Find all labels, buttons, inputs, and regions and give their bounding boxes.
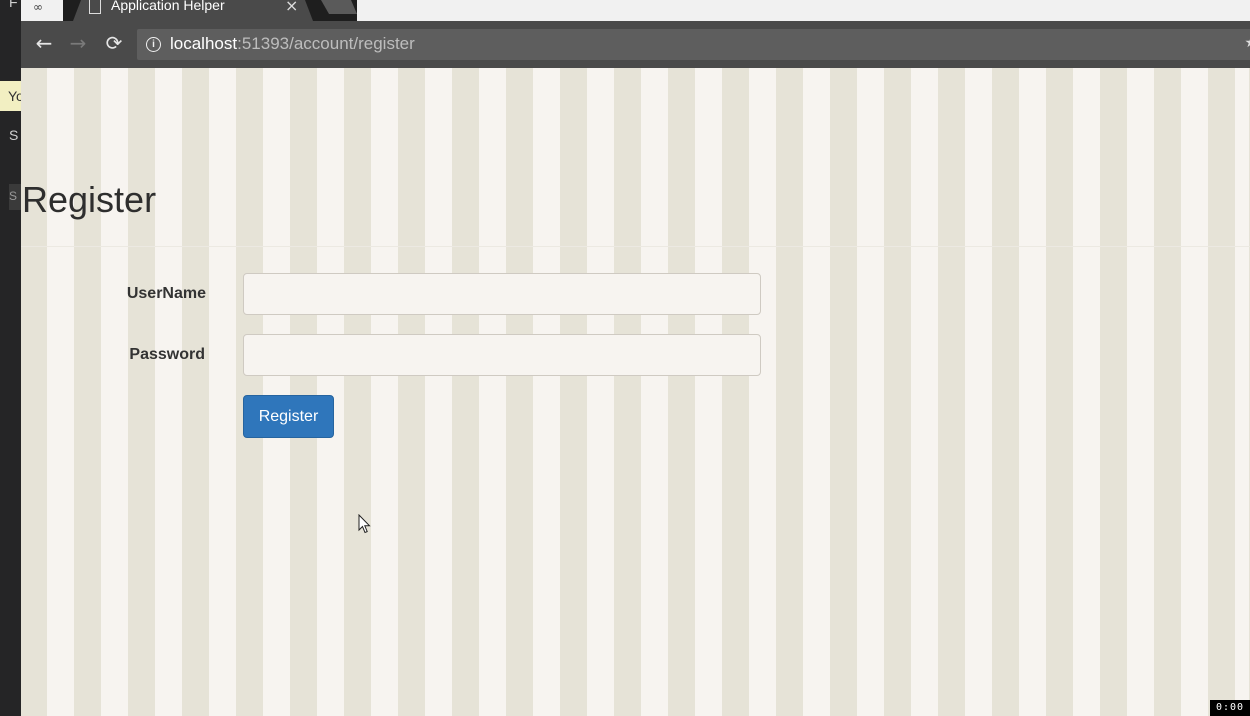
- info-icon[interactable]: i: [146, 37, 161, 52]
- tab-strip-background: [357, 0, 1250, 21]
- page-viewport: Register UserName Password Register: [21, 68, 1250, 716]
- ide-hint-text: Yo: [8, 88, 22, 104]
- url-path: :51393/account/register: [237, 34, 415, 53]
- url-text[interactable]: localhost:51393/account/register: [170, 34, 415, 54]
- password-label: Password: [129, 346, 205, 363]
- recording-timer: 0:00: [1210, 700, 1250, 716]
- tab-strip: ∞ Application Helper ×: [21, 0, 1250, 21]
- tab-inactive[interactable]: ∞: [21, 0, 63, 21]
- close-icon[interactable]: ×: [285, 0, 298, 15]
- ide-text-line: F: [9, 0, 18, 10]
- register-button[interactable]: Register: [243, 395, 334, 438]
- ide-hint-banner: Yo: [0, 81, 22, 111]
- username-input[interactable]: [243, 273, 761, 315]
- back-arrow-icon[interactable]: ←: [32, 31, 56, 55]
- ide-text-line: S: [9, 127, 19, 143]
- bookmark-star-icon[interactable]: ★: [1244, 35, 1250, 51]
- url-host: localhost: [170, 34, 238, 53]
- browser-toolbar: ← → ⟳ i localhost:51393/account/register…: [21, 21, 1250, 68]
- ide-text-line: S: [9, 189, 18, 203]
- username-label: UserName: [126, 285, 206, 302]
- address-bar[interactable]: i localhost:51393/account/register ★: [137, 29, 1250, 60]
- password-input[interactable]: [243, 334, 761, 376]
- title-divider: [21, 246, 1250, 247]
- browser-window: ∞ Application Helper × ← → ⟳ i localhost…: [21, 0, 1250, 716]
- reload-icon[interactable]: ⟳: [102, 31, 126, 55]
- forward-arrow-icon[interactable]: →: [66, 31, 90, 55]
- new-tab-button[interactable]: [321, 0, 357, 14]
- background-ide-window: F Yo S S: [0, 0, 22, 716]
- mouse-cursor-icon: [358, 514, 371, 534]
- tab-application-helper[interactable]: Application Helper ×: [73, 0, 313, 21]
- incognito-icon: ∞: [33, 0, 43, 14]
- tab-title: Application Helper: [111, 0, 225, 13]
- page-title: Register: [22, 179, 157, 220]
- file-icon: [89, 0, 101, 14]
